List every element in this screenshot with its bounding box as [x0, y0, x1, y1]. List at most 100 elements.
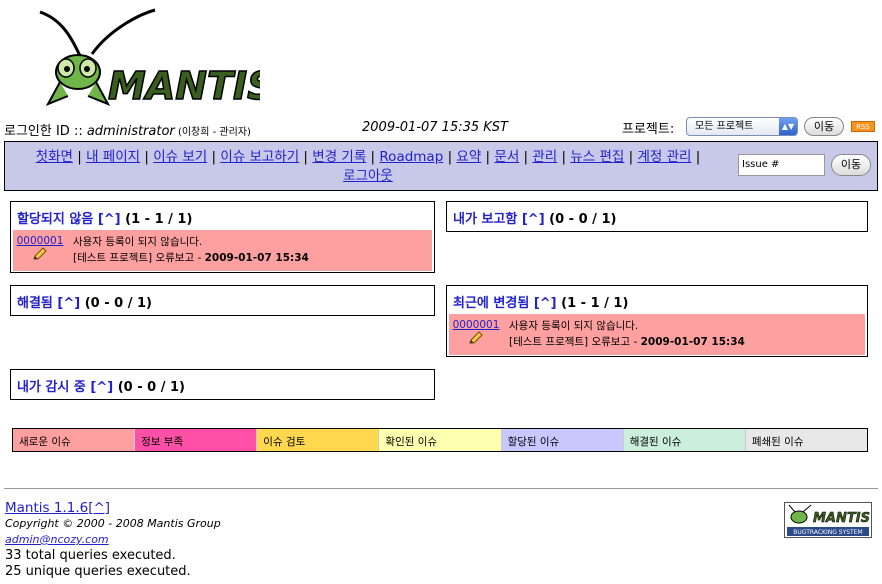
- monitored-link[interactable]: 내가 감시 중: [17, 380, 86, 395]
- legend-item: 할당된 이슈: [501, 429, 624, 451]
- issue-project-category: [테스트 프로젝트] 오류보고 -: [509, 336, 641, 348]
- menu-separator: |: [481, 149, 495, 165]
- recent-title: 최근에 변경됨 [^] (1 - 1 / 1): [447, 286, 867, 314]
- reported-title: 내가 보고함 [^] (0 - 0 / 1): [447, 202, 867, 230]
- mantis-logo[interactable]: MANTIS: [30, 4, 275, 114]
- status-legend: 새로운 이슈 정보 부족 이슈 검토 확인된 이슈 할당된 이슈 해결된 이슈 폐쇄된 이슈: [12, 428, 868, 452]
- menu-item-9[interactable]: 뉴스 편집: [570, 149, 624, 165]
- menu-separator: |: [624, 149, 638, 165]
- issue-text: 사용자 등록이 되지 않습니다. [테스트 프로젝트] 오류보고 - 2009-…: [509, 318, 745, 350]
- resolved-expand-link[interactable]: [^]: [57, 296, 80, 311]
- issue-meta: [테스트 프로젝트] 오류보고 - 2009-01-07 15:34: [73, 250, 309, 266]
- unique-queries: 25 unique queries executed.: [5, 564, 191, 579]
- footer-divider: [4, 488, 878, 489]
- issue-id-cell: 0000001: [13, 230, 67, 271]
- project-select-value: 모든 프로젝트: [695, 121, 754, 132]
- menu-item-3[interactable]: 이슈 보고하기: [220, 149, 299, 165]
- unassigned-link[interactable]: 할당되지 않음: [17, 212, 93, 227]
- login-label: 로그인한 ID ::: [4, 124, 87, 139]
- issue-project-category: [테스트 프로젝트] 오류보고 -: [73, 252, 205, 264]
- table-row: 0000001 사용자 등록이 되지 않습니다. [테스트 프로젝트] 오류보고…: [13, 230, 432, 271]
- unassigned-title: 할당되지 않음 [^] (1 - 1 / 1): [11, 202, 434, 230]
- issue-updated: 2009-01-07 15:34: [204, 252, 309, 264]
- resolved-box: 해결됨 [^] (0 - 0 / 1): [10, 285, 435, 316]
- login-realname: (이창희 - 관리자): [174, 127, 251, 138]
- edit-pencil-icon[interactable]: [32, 247, 48, 261]
- menu-separator: |: [443, 149, 457, 165]
- legend-item: 이슈 검토: [257, 429, 380, 451]
- main-menu: 첫화면 | 내 페이지 | 이슈 보기 | 이슈 보고하기 | 변경 기록 | …: [4, 141, 878, 191]
- menu-item-2[interactable]: 이슈 보기: [153, 149, 207, 165]
- reported-box: 내가 보고함 [^] (0 - 0 / 1): [446, 201, 868, 232]
- monitored-title: 내가 감시 중 [^] (0 - 0 / 1): [11, 370, 434, 398]
- menu-item-1[interactable]: 내 페이지: [86, 149, 140, 165]
- recent-count: (1 - 1 / 1): [556, 296, 629, 311]
- footer-version: Mantis 1.1.6[^]: [5, 500, 221, 516]
- issue-id-link[interactable]: 0000001: [449, 319, 503, 331]
- recent-link[interactable]: 최근에 변경됨: [453, 296, 529, 311]
- current-datetime: 2009-01-07 15:35 KST: [362, 120, 508, 135]
- issue-number-input[interactable]: Issue #: [738, 154, 825, 176]
- menu-separator: |: [366, 149, 380, 165]
- monitored-expand-link[interactable]: [^]: [90, 380, 113, 395]
- login-bar: 로그인한 ID :: administrator (이창희 - 관리자) 200…: [4, 117, 878, 139]
- legend-item: 정보 부족: [135, 429, 258, 451]
- menu-item-5[interactable]: Roadmap: [379, 149, 443, 165]
- issue-updated: 2009-01-07 15:34: [640, 336, 745, 348]
- menu-item-7[interactable]: 문서: [494, 149, 519, 165]
- project-go-button[interactable]: 이동: [804, 117, 844, 136]
- login-username: administrator: [86, 124, 175, 139]
- reported-link[interactable]: 내가 보고함: [453, 212, 517, 227]
- menu-separator: |: [140, 149, 154, 165]
- resolved-title: 해결됨 [^] (0 - 0 / 1): [11, 286, 434, 314]
- version-top-link[interactable]: [^]: [88, 500, 110, 516]
- menu-separator: |: [691, 149, 701, 165]
- issue-summary: 사용자 등록이 되지 않습니다.: [73, 236, 203, 248]
- recent-box: 최근에 변경됨 [^] (1 - 1 / 1) 0000001 사용자 등록이 …: [446, 285, 868, 357]
- unassigned-count: (1 - 1 / 1): [120, 212, 193, 227]
- issue-id-link[interactable]: 0000001: [13, 235, 67, 247]
- menu-item-8[interactable]: 관리: [532, 149, 557, 165]
- menu-item-6[interactable]: 요약: [456, 149, 481, 165]
- svg-text:MANTIS: MANTIS: [108, 64, 260, 108]
- footer-mantis-badge[interactable]: MANTIS BUGTRACKING SYSTEM: [784, 502, 872, 538]
- legend-item: 폐쇄된 이슈: [745, 429, 867, 451]
- monitored-count: (0 - 0 / 1): [113, 380, 185, 395]
- menu-item-0[interactable]: 첫화면: [36, 149, 73, 165]
- menu-separator: |: [519, 149, 533, 165]
- footer: Mantis 1.1.6[^] Copyright © 2000 - 2008 …: [5, 500, 221, 580]
- legend-item: 새로운 이슈: [13, 429, 136, 451]
- menu-separator: |: [207, 149, 221, 165]
- project-label: 프로젝트:: [622, 122, 675, 137]
- issue-id-cell: 0000001: [449, 314, 503, 355]
- unassigned-box: 할당되지 않음 [^] (1 - 1 / 1) 0000001 사용자 등록이 …: [10, 201, 435, 273]
- issue-meta: [테스트 프로젝트] 오류보고 - 2009-01-07 15:34: [509, 334, 745, 350]
- menu-item-10[interactable]: 계정 관리: [638, 149, 692, 165]
- rss-icon[interactable]: RSS: [851, 121, 875, 132]
- menu-item-11[interactable]: 로그아웃: [343, 168, 393, 184]
- select-arrows-icon: ▲▼: [779, 118, 797, 135]
- menu-separator: |: [557, 149, 571, 165]
- menu-item-4[interactable]: 변경 기록: [312, 149, 366, 165]
- menu-separator: |: [299, 149, 313, 165]
- issue-go-button[interactable]: 이동: [831, 154, 871, 176]
- project-select[interactable]: 모든 프로젝트 ▲▼: [686, 117, 798, 136]
- admin-email-link[interactable]: admin@ncozy.com: [5, 533, 109, 546]
- unassigned-expand-link[interactable]: [^]: [98, 212, 121, 227]
- version-link[interactable]: Mantis 1.1.6: [5, 500, 88, 516]
- menu-links: 첫화면 | 내 페이지 | 이슈 보기 | 이슈 보고하기 | 변경 기록 | …: [5, 148, 731, 186]
- total-queries: 33 total queries executed.: [5, 548, 176, 563]
- login-info: 로그인한 ID :: administrator (이창희 - 관리자): [4, 120, 251, 139]
- issue-text: 사용자 등록이 되지 않습니다. [테스트 프로젝트] 오류보고 - 2009-…: [73, 234, 309, 266]
- reported-count: (0 - 0 / 1): [544, 212, 617, 227]
- mantis-badge-icon: MANTIS BUGTRACKING SYSTEM: [785, 503, 871, 537]
- edit-pencil-icon[interactable]: [468, 331, 484, 345]
- resolved-link[interactable]: 해결됨: [17, 296, 53, 311]
- issue-summary: 사용자 등록이 되지 않습니다.: [509, 320, 639, 332]
- svg-text:BUGTRACKING SYSTEM: BUGTRACKING SYSTEM: [793, 529, 862, 536]
- copyright: Copyright © 2000 - 2008 Mantis Group: [5, 517, 221, 530]
- table-row: 0000001 사용자 등록이 되지 않습니다. [테스트 프로젝트] 오류보고…: [449, 314, 865, 355]
- legend-item: 해결된 이슈: [623, 429, 746, 451]
- recent-expand-link[interactable]: [^]: [534, 296, 557, 311]
- reported-expand-link[interactable]: [^]: [522, 212, 545, 227]
